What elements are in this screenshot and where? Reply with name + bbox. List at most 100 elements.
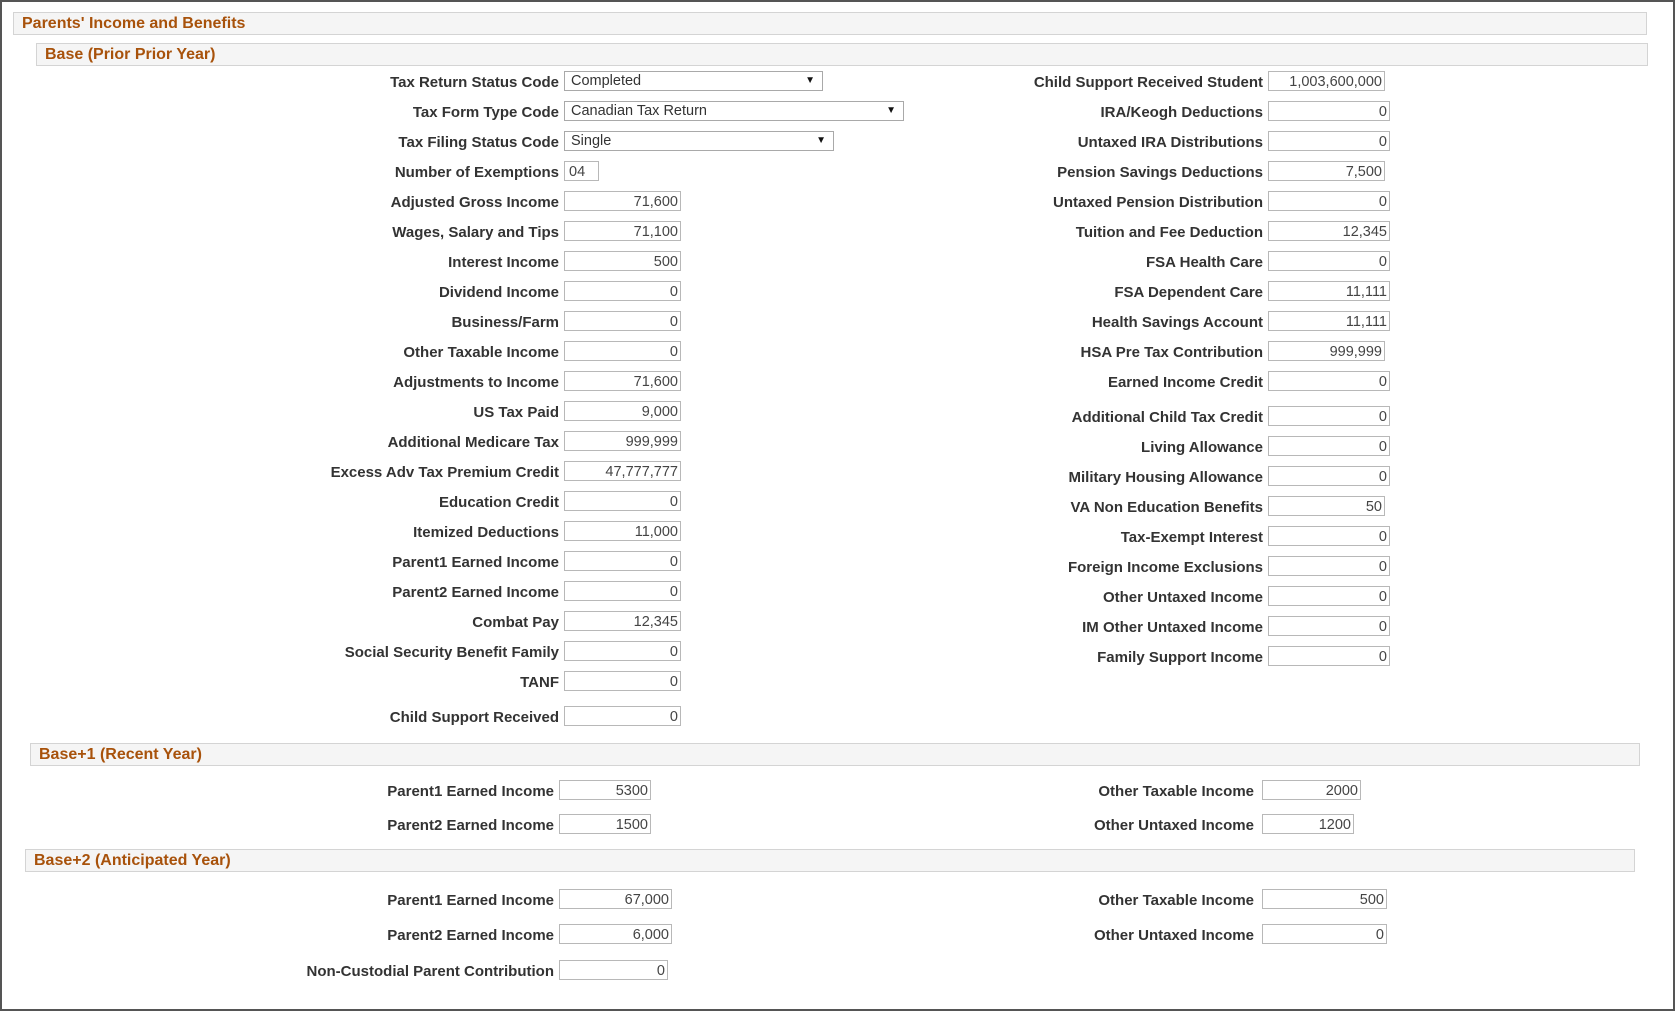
im-other-untaxed-income-input[interactable]: 0: [1268, 616, 1390, 636]
base2-other-taxable-label: Other Taxable Income: [1098, 892, 1254, 909]
base2-parent2-label: Parent2 Earned Income: [387, 927, 554, 944]
living-allowance-label: Living Allowance: [1141, 439, 1263, 456]
tax-return-status-select[interactable]: Completed ▼: [564, 71, 823, 91]
us-tax-paid-input[interactable]: 9,000: [564, 401, 681, 421]
business-farm-label: Business/Farm: [451, 314, 559, 331]
excess-adv-tax-premium-credit-label: Excess Adv Tax Premium Credit: [330, 464, 559, 481]
dividend-income-label: Dividend Income: [438, 284, 559, 301]
base1-other-untaxed-input[interactable]: 1200: [1262, 814, 1354, 834]
untaxed-pension-distribution-input[interactable]: 0: [1268, 191, 1390, 211]
section-heading-base2: Base+2 (Anticipated Year): [25, 849, 1635, 872]
wages-salary-and-tips-input[interactable]: 71,100: [564, 221, 681, 241]
hsa-pre-tax-contribution-label: HSA Pre Tax Contribution: [1080, 344, 1263, 361]
tanf-input[interactable]: 0: [564, 671, 681, 691]
base2-other-taxable-input[interactable]: 500: [1262, 889, 1387, 909]
tax-exempt-interest-input[interactable]: 0: [1268, 526, 1390, 546]
dropdown-arrow-icon: ▼: [886, 105, 896, 116]
base2-parent1-label: Parent1 Earned Income: [387, 892, 554, 909]
foreign-income-exclusions-label: Foreign Income Exclusions: [1067, 559, 1263, 576]
page-title: Parents' Income and Benefits: [13, 12, 1647, 35]
base1-parent1-label: Parent1 Earned Income: [387, 783, 554, 800]
foreign-income-exclusions-input[interactable]: 0: [1268, 556, 1390, 576]
child-support-received-student-input[interactable]: 1,003,600,000: [1268, 71, 1385, 91]
combat-pay-input[interactable]: 12,345: [564, 611, 681, 631]
base2-parent1-input[interactable]: 67,000: [559, 889, 672, 909]
adjustments-to-income-input[interactable]: 71,600: [564, 371, 681, 391]
base1-other-taxable-input[interactable]: 2000: [1262, 780, 1361, 800]
military-housing-allowance-input[interactable]: 0: [1268, 466, 1390, 486]
tax-filing-status-label: Tax Filing Status Code: [398, 134, 559, 151]
child-support-received-label: Child Support Received: [389, 709, 559, 726]
excess-adv-tax-premium-credit-input[interactable]: 47,777,777: [564, 461, 681, 481]
base1-parent1-input[interactable]: 5300: [559, 780, 651, 800]
education-credit-label: Education Credit: [438, 494, 559, 511]
fsa-health-care-input[interactable]: 0: [1268, 251, 1390, 271]
additional-child-tax-credit-input[interactable]: 0: [1268, 406, 1390, 426]
interest-income-input[interactable]: 500: [564, 251, 681, 271]
interest-income-label: Interest Income: [448, 254, 559, 271]
parent1-earned-income-label: Parent1 Earned Income: [392, 554, 559, 571]
other-untaxed-income-input[interactable]: 0: [1268, 586, 1390, 606]
parent2-earned-income-input[interactable]: 0: [564, 581, 681, 601]
pension-savings-deductions-input[interactable]: 7,500: [1268, 161, 1385, 181]
earned-income-credit-input[interactable]: 0: [1268, 371, 1390, 391]
other-taxable-income-input[interactable]: 0: [564, 341, 681, 361]
base2-noncustodial-label: Non-Custodial Parent Contribution: [306, 963, 554, 980]
earned-income-credit-label: Earned Income Credit: [1107, 374, 1263, 391]
parent1-earned-income-input[interactable]: 0: [564, 551, 681, 571]
education-credit-input[interactable]: 0: [564, 491, 681, 511]
dropdown-arrow-icon: ▼: [816, 135, 826, 146]
fsa-dependent-care-input[interactable]: 11,111: [1268, 281, 1390, 301]
untaxed-pension-distribution-label: Untaxed Pension Distribution: [1052, 194, 1263, 211]
health-savings-account-input[interactable]: 11,111: [1268, 311, 1390, 331]
wages-salary-and-tips-label: Wages, Salary and Tips: [392, 224, 559, 241]
base2-other-untaxed-input[interactable]: 0: [1262, 924, 1387, 944]
ira-keogh-deductions-label: IRA/Keogh Deductions: [1100, 104, 1263, 121]
tax-filing-status-value: Single: [571, 133, 612, 149]
business-farm-input[interactable]: 0: [564, 311, 681, 331]
family-support-income-input[interactable]: 0: [1268, 646, 1390, 666]
base2-noncustodial-input[interactable]: 0: [559, 960, 668, 980]
child-support-received-input[interactable]: 0: [564, 706, 681, 726]
dropdown-arrow-icon: ▼: [805, 75, 815, 86]
adjustments-to-income-label: Adjustments to Income: [393, 374, 559, 391]
tax-form-type-select[interactable]: Canadian Tax Return ▼: [564, 101, 904, 121]
itemized-deductions-input[interactable]: 11,000: [564, 521, 681, 541]
additional-medicare-tax-input[interactable]: 999,999: [564, 431, 681, 451]
hsa-pre-tax-contribution-input[interactable]: 999,999: [1268, 341, 1385, 361]
parent2-earned-income-label: Parent2 Earned Income: [392, 584, 559, 601]
va-non-education-benefits-label: VA Non Education Benefits: [1070, 499, 1263, 516]
tax-exempt-interest-label: Tax-Exempt Interest: [1120, 529, 1263, 546]
dividend-income-input[interactable]: 0: [564, 281, 681, 301]
itemized-deductions-label: Itemized Deductions: [413, 524, 559, 541]
health-savings-account-label: Health Savings Account: [1091, 314, 1263, 331]
base1-parent2-input[interactable]: 1500: [559, 814, 651, 834]
fsa-dependent-care-label: FSA Dependent Care: [1114, 284, 1263, 301]
social-security-benefit-family-input[interactable]: 0: [564, 641, 681, 661]
exemptions-label: Number of Exemptions: [394, 164, 559, 181]
base2-parent2-input[interactable]: 6,000: [559, 924, 672, 944]
living-allowance-input[interactable]: 0: [1268, 436, 1390, 456]
us-tax-paid-label: US Tax Paid: [473, 404, 559, 421]
fsa-health-care-label: FSA Health Care: [1146, 254, 1263, 271]
tax-form-type-label: Tax Form Type Code: [412, 104, 559, 121]
im-other-untaxed-income-label: IM Other Untaxed Income: [1082, 619, 1263, 636]
tuition-and-fee-deduction-input[interactable]: 12,345: [1268, 221, 1390, 241]
social-security-benefit-family-label: Social Security Benefit Family: [344, 644, 559, 661]
va-non-education-benefits-input[interactable]: 50: [1268, 496, 1385, 516]
tax-filing-status-select[interactable]: Single ▼: [564, 131, 834, 151]
family-support-income-label: Family Support Income: [1097, 649, 1263, 666]
ira-keogh-deductions-input[interactable]: 0: [1268, 101, 1390, 121]
other-taxable-income-label: Other Taxable Income: [403, 344, 559, 361]
untaxed-ira-distributions-input[interactable]: 0: [1268, 131, 1390, 151]
other-untaxed-income-label: Other Untaxed Income: [1102, 589, 1263, 606]
adjusted-gross-income-label: Adjusted Gross Income: [390, 194, 559, 211]
tuition-and-fee-deduction-label: Tuition and Fee Deduction: [1075, 224, 1263, 241]
base1-parent2-label: Parent2 Earned Income: [387, 817, 554, 834]
adjusted-gross-income-input[interactable]: 71,600: [564, 191, 681, 211]
untaxed-ira-distributions-label: Untaxed IRA Distributions: [1077, 134, 1263, 151]
tanf-label: TANF: [520, 674, 559, 691]
exemptions-input[interactable]: 04: [564, 161, 599, 181]
section-heading-base: Base (Prior Prior Year): [36, 43, 1648, 66]
tax-form-type-value: Canadian Tax Return: [571, 103, 707, 119]
